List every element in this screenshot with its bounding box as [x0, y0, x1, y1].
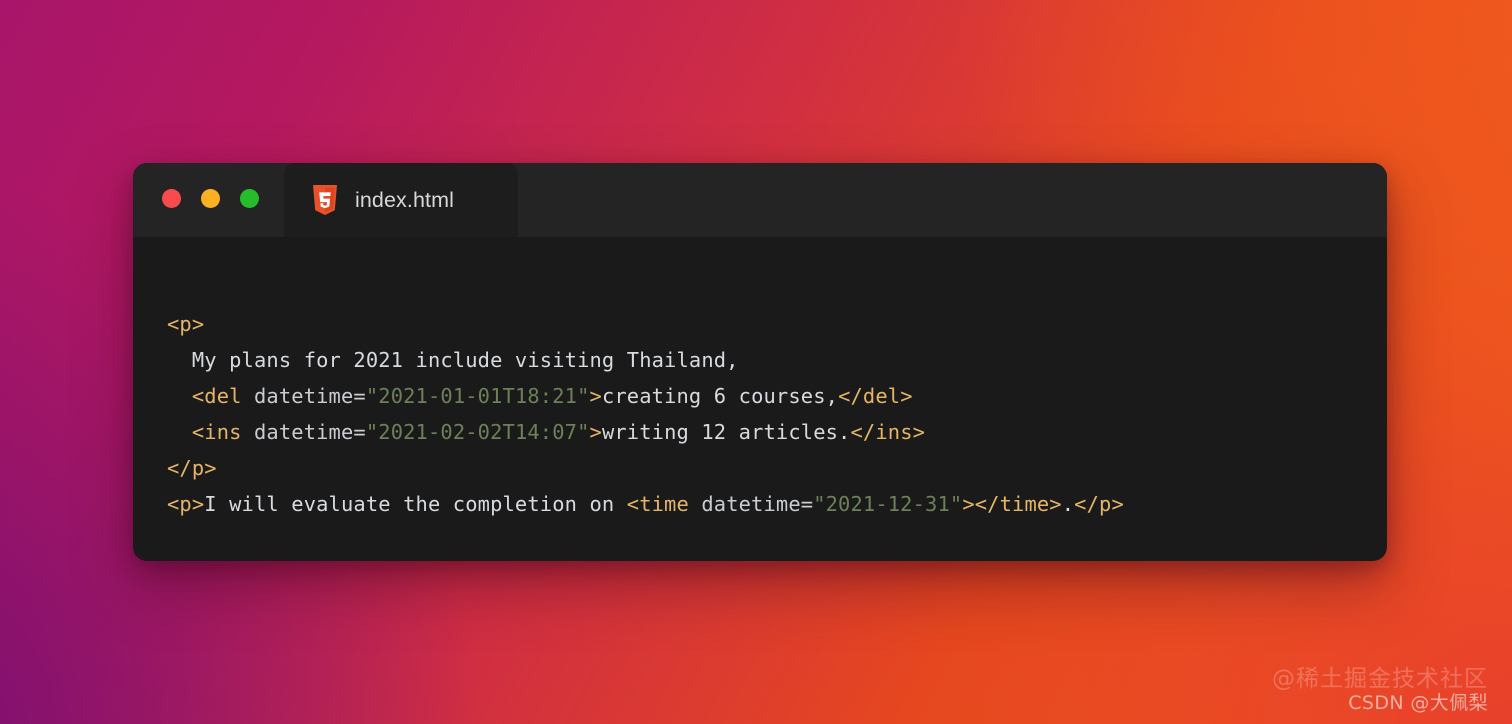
token-tag: <del: [191, 384, 242, 408]
tab-index-html[interactable]: index.html: [284, 163, 518, 237]
maximize-window-button[interactable]: [240, 189, 259, 208]
code-line-4: <ins datetime="2021-02-02T14:07">writing…: [167, 414, 1387, 450]
code-line-5: </p>: [167, 450, 1387, 486]
code-line-3: <del datetime="2021-01-01T18:21">creatin…: [167, 378, 1387, 414]
token-tag-close: </ins>: [850, 420, 926, 444]
token-string: "2021-12-31": [813, 492, 963, 516]
code-line-6: <p>I will evaluate the completion on <ti…: [167, 486, 1387, 522]
token-string: "2021-01-01T18:21": [365, 384, 590, 408]
token-punctuation: >: [962, 492, 975, 516]
token-tag: <time: [626, 492, 689, 516]
token-tag: <ins: [191, 420, 242, 444]
watermark-site-label: @稀土掘金技术社区: [1272, 666, 1488, 692]
token-text: writing 12 articles.: [601, 420, 851, 444]
token-tag-close: </p>: [1074, 492, 1124, 516]
token-tag-close: </p>: [167, 456, 217, 480]
html5-icon: [312, 185, 338, 215]
token-tag: <p>: [167, 312, 205, 336]
token-text: I will evaluate the completion on: [204, 492, 627, 516]
token-punctuation: >: [589, 420, 602, 444]
watermark-author-label: CSDN @大佩梨: [1348, 692, 1488, 714]
token-attribute: datetime=: [241, 420, 366, 444]
minimize-window-button[interactable]: [201, 189, 220, 208]
traffic-light-controls: [162, 189, 259, 208]
code-line-1: <p>: [167, 306, 1387, 342]
screenshot-canvas: index.html <p> My plans for 2021 include…: [0, 0, 1512, 724]
watermark: @稀土掘金技术社区 CSDN @大佩梨: [1272, 664, 1488, 716]
token-text: .: [1061, 492, 1075, 516]
token-text: My plans for 2021 include visiting Thail…: [167, 348, 739, 372]
code-line-2: My plans for 2021 include visiting Thail…: [167, 342, 1387, 378]
close-window-button[interactable]: [162, 189, 181, 208]
token-punctuation: >: [589, 384, 602, 408]
token-tag: <p>: [167, 492, 205, 516]
code-editor-window: index.html <p> My plans for 2021 include…: [133, 163, 1387, 561]
window-titlebar: index.html: [133, 163, 1387, 237]
token-tag-close: </del>: [838, 384, 913, 408]
token-text: creating 6 courses,: [601, 384, 839, 408]
tab-title-label: index.html: [355, 187, 454, 212]
token-tag-close: </time>: [974, 492, 1062, 516]
token-attribute: datetime=: [241, 384, 366, 408]
token-attribute: datetime=: [688, 492, 814, 516]
code-content[interactable]: <p> My plans for 2021 include visiting T…: [133, 237, 1387, 561]
token-string: "2021-02-02T14:07": [365, 420, 590, 444]
